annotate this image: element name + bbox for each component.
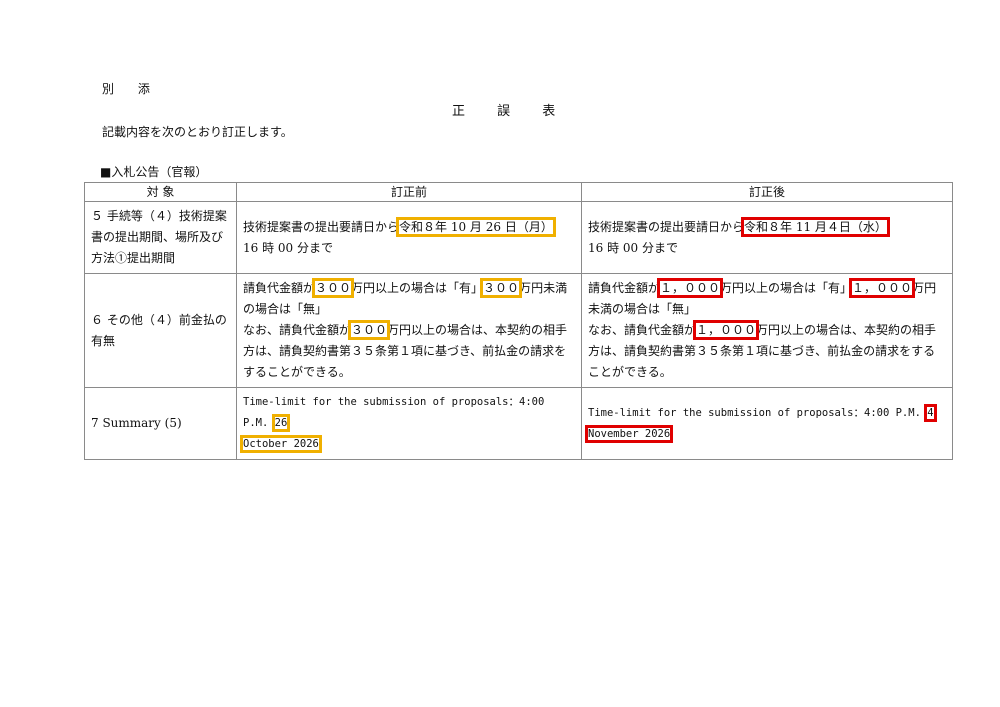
table-header-row: 対 象 訂正前 訂正後 [84,182,953,202]
before-text: 技術提案書の提出要請日から [243,219,400,234]
row-subject-text: 7 Summary (5) [91,416,182,430]
errata-table: 対 象 訂正前 訂正後 ５ 手続等（４）技術提案書の提出期間、場所及び方法①提出… [84,182,953,460]
before-text: 請負代金額が [243,281,316,295]
column-header-subject: 対 象 [84,182,237,202]
before-text: なお、請負代金額が [243,323,352,337]
after-highlight: １，０００ [657,278,724,298]
table-row: ５ 手続等（４）技術提案書の提出期間、場所及び方法①提出期間 技術提案書の提出要… [84,201,953,274]
row-subject: 7 Summary (5) [84,387,237,460]
column-header-after: 訂正後 [581,182,953,202]
before-text: 万円以上の場合は「有」 [351,281,484,295]
before-cell: 請負代金額が３００万円以上の場合は「有」３００万円未満の場合は「無」 なお、請負代… [236,273,582,388]
after-cell: Time-limit for the submission of proposa… [581,387,953,460]
before-cell: 技術提案書の提出要請日から令和８年 10 月 26 日（月） 16 時 00 分ま… [236,201,582,274]
before-highlight: ３００ [312,278,355,298]
after-text: なお、請負代金額が [588,323,697,337]
before-highlight: ３００ [348,320,391,340]
section-heading: ■入札公告（官報） [100,165,208,179]
column-header-before: 訂正前 [236,182,582,202]
row-subject-text: ６ その他（４）前金払の有無 [91,312,227,348]
document-title: 正 誤 表 [452,104,570,119]
row-subject-text: ５ 手続等（４）技術提案書の提出期間、場所及び方法①提出期間 [91,209,227,265]
after-cell: 技術提案書の提出要請日から令和８年 11 月４日（水） 16 時 00 分まで [581,201,953,274]
before-text: Time-limit for the submission of proposa… [243,396,545,429]
after-text: Time-limit for the submission of proposa… [588,406,921,419]
after-highlight: １，０００ [693,320,760,340]
table-row: 7 Summary (5) Time-limit for the submiss… [84,387,953,460]
before-cell: Time-limit for the submission of proposa… [236,387,582,460]
before-highlight: ３００ [480,278,523,298]
after-text: 万円以上の場合は「有」 [720,281,853,295]
after-highlight: １，０００ [849,278,916,298]
before-highlight: 26 [271,414,291,432]
before-highlight: October 2026 [240,435,322,453]
before-highlight: 令和８年 10 月 26 日（月） [396,216,556,237]
row-subject: ６ その他（４）前金払の有無 [84,273,237,388]
table-row: ６ その他（４）前金払の有無 請負代金額が３００万円以上の場合は「有」３００万円… [84,273,953,388]
before-text: 16 時 00 分まで [243,240,333,255]
intro-text: 記載内容を次のとおり訂正します。 [102,125,293,139]
annex-label: 別 添 [102,82,160,96]
after-cell: 請負代金額が１，０００万円以上の場合は「有」１，０００万円未満の場合は「無」 なお… [581,273,953,388]
after-highlight: 令和８年 11 月４日（水） [741,216,890,237]
after-text: 請負代金額が [588,281,661,295]
after-highlight: November 2026 [584,424,674,443]
after-text: 16 時 00 分まで [588,240,678,255]
after-text: 技術提案書の提出要請日から [588,219,745,234]
row-subject: ５ 手続等（４）技術提案書の提出期間、場所及び方法①提出期間 [84,201,237,274]
after-highlight: 4 [924,403,937,422]
